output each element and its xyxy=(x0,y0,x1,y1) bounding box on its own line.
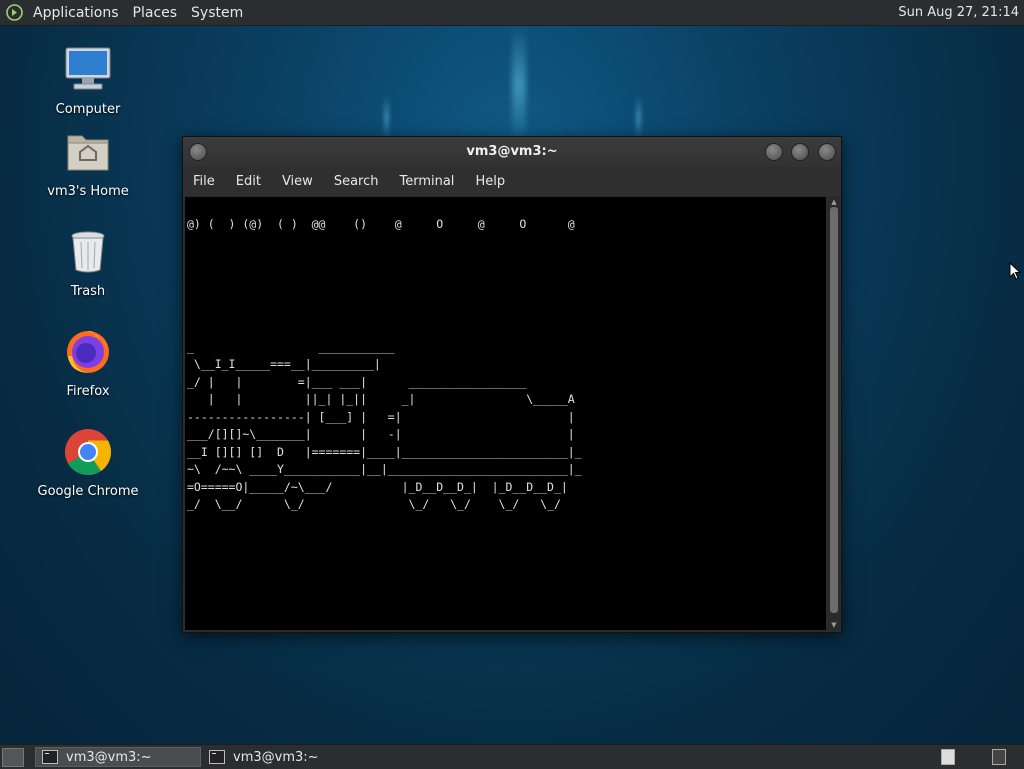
desktop-icon-label: Google Chrome xyxy=(37,484,139,499)
desktop-icon-trash[interactable]: Trash xyxy=(28,226,148,299)
terminal-window[interactable]: vm3@vm3:~ File Edit View Search Terminal… xyxy=(182,136,842,633)
desktop-icon-label: Trash xyxy=(70,284,106,299)
menu-file[interactable]: File xyxy=(193,174,215,189)
maximize-button[interactable] xyxy=(791,143,809,161)
chrome-icon xyxy=(65,429,112,476)
terminal-icon xyxy=(209,750,225,764)
clock[interactable]: Sun Aug 27, 21:14 xyxy=(898,0,1019,25)
firefox-icon xyxy=(67,330,109,373)
menu-view[interactable]: View xyxy=(282,174,313,189)
menu-help[interactable]: Help xyxy=(475,174,505,189)
home-folder-icon xyxy=(67,135,109,171)
window-title: vm3@vm3:~ xyxy=(466,144,558,159)
workspace-2[interactable] xyxy=(992,749,1006,765)
top-panel: Applications Places System Sun Aug 27, 2… xyxy=(0,0,1024,26)
desktop-icon-label: Firefox xyxy=(66,384,110,399)
workspace-1[interactable] xyxy=(941,749,955,765)
scroll-down-arrow[interactable]: ▼ xyxy=(828,621,840,629)
desktop-icon-firefox[interactable]: Firefox xyxy=(28,326,148,399)
wallpaper-beam xyxy=(636,95,641,140)
desktop-icon-home[interactable]: vm3's Home xyxy=(28,126,148,199)
system-menu[interactable]: System xyxy=(191,5,243,21)
menu-terminal[interactable]: Terminal xyxy=(399,174,454,189)
taskbar-item-label: vm3@vm3:~ xyxy=(66,749,152,765)
mouse-cursor-icon xyxy=(1009,262,1021,280)
terminal-text: @) ( ) (@) ( ) @@ () @ O @ O @ _ _______… xyxy=(187,217,582,511)
scrollbar-thumb[interactable] xyxy=(830,207,838,613)
close-button[interactable] xyxy=(818,143,836,161)
terminal-icon xyxy=(42,750,58,764)
taskbar-item-terminal-2[interactable]: vm3@vm3:~ xyxy=(203,747,369,767)
taskbar-item-terminal-1[interactable]: vm3@vm3:~ xyxy=(35,747,201,767)
desktop-icon-label: Computer xyxy=(55,102,121,117)
window-menubar: File Edit View Search Terminal Help xyxy=(183,167,841,196)
menu-search[interactable]: Search xyxy=(334,174,379,189)
menu-edit[interactable]: Edit xyxy=(236,174,261,189)
desktop-icon-chrome[interactable]: Google Chrome xyxy=(28,426,148,499)
minimize-button[interactable] xyxy=(765,143,783,161)
applications-menu[interactable]: Applications xyxy=(33,5,119,21)
wallpaper-beam xyxy=(384,95,389,140)
desktop-icon-computer[interactable]: Computer xyxy=(28,44,148,117)
show-desktop-button[interactable] xyxy=(2,748,24,767)
top-menu: Applications Places System xyxy=(6,0,257,25)
bottom-panel: vm3@vm3:~ vm3@vm3:~ xyxy=(0,744,1024,769)
computer-icon xyxy=(65,47,111,90)
window-menu-button[interactable] xyxy=(189,143,207,161)
distro-logo-icon[interactable] xyxy=(6,4,23,21)
terminal-scrollbar[interactable]: ▲ ▼ xyxy=(828,197,840,630)
taskbar-item-label: vm3@vm3:~ xyxy=(233,749,319,765)
terminal-output[interactable]: @) ( ) (@) ( ) @@ () @ O @ O @ _ _______… xyxy=(185,197,826,630)
places-menu[interactable]: Places xyxy=(133,5,178,21)
trash-icon xyxy=(71,231,105,273)
window-titlebar[interactable]: vm3@vm3:~ xyxy=(183,137,841,167)
wallpaper-beam xyxy=(512,25,526,145)
scroll-up-arrow[interactable]: ▲ xyxy=(828,198,840,206)
desktop-icon-label: vm3's Home xyxy=(47,184,129,199)
